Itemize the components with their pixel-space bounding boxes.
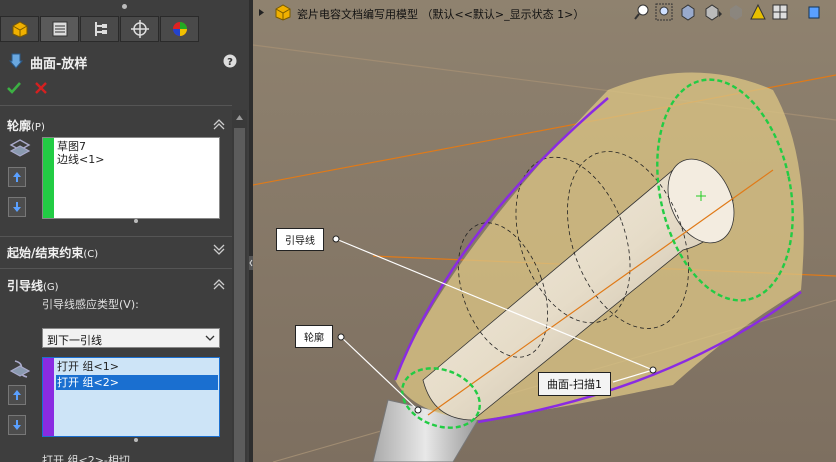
- list-item[interactable]: 打开 组<1>: [57, 360, 119, 373]
- profiles-list-resize-handle[interactable]: [134, 219, 138, 223]
- list-item[interactable]: 草图7: [57, 140, 86, 153]
- list-item-label: 打开 组<2>: [57, 376, 119, 389]
- zoom-fit-icon[interactable]: [633, 3, 651, 21]
- divider: [0, 105, 232, 106]
- view-orient-icon[interactable]: [679, 3, 697, 21]
- tab-property-manager[interactable]: [40, 16, 79, 42]
- ok-icon[interactable]: [6, 80, 22, 96]
- section-profiles-header[interactable]: 轮廓(P): [0, 114, 232, 136]
- tangency-label: 打开 组<2>-相切: [42, 454, 130, 462]
- profile-move-up-button[interactable]: [8, 167, 26, 187]
- guide-move-down-button[interactable]: [8, 415, 26, 435]
- list-item-selected[interactable]: 打开 组<2>: [56, 375, 218, 390]
- chevron-up-icon[interactable]: [212, 276, 226, 290]
- profiles-list[interactable]: 草图7 边线<1>: [42, 137, 220, 219]
- scene-icon[interactable]: [749, 3, 767, 21]
- property-manager-icon: [52, 21, 67, 37]
- divider: [0, 236, 232, 237]
- tab-configuration-manager[interactable]: [80, 16, 119, 42]
- move-down-icon: [13, 420, 21, 430]
- section-view-icon[interactable]: [805, 3, 823, 21]
- view-settings-icon[interactable]: [771, 3, 789, 21]
- section-guides-label: 引导线: [7, 279, 44, 293]
- panel-grip-dot[interactable]: [122, 4, 127, 9]
- profile-selection-icon: [9, 139, 31, 157]
- section-start-end-label: 起始/结束约束: [7, 246, 84, 260]
- divider: [0, 268, 232, 269]
- cancel-icon[interactable]: [34, 81, 48, 95]
- section-profiles-label: 轮廓: [7, 119, 32, 133]
- section-guides-key: (G): [43, 282, 59, 293]
- guides-list[interactable]: 打开 组<1> 打开 组<2>: [42, 357, 220, 437]
- guides-list-resize-handle[interactable]: [134, 438, 138, 442]
- list-item[interactable]: 边线<1>: [57, 153, 104, 166]
- section-guides-header[interactable]: 引导线(G): [0, 274, 232, 296]
- section-start-end-header[interactable]: 起始/结束约束(C): [0, 241, 232, 263]
- guide-influence-select[interactable]: 到下一引线: [42, 328, 220, 348]
- profile-move-down-button[interactable]: [8, 197, 26, 217]
- feature-title: 曲面-放样: [30, 57, 88, 72]
- feature-manager-icon: [12, 21, 27, 38]
- guide-move-up-button[interactable]: [8, 385, 26, 405]
- loft-surface-icon: [8, 53, 24, 69]
- move-up-icon: [13, 390, 21, 400]
- tree-expand-icon[interactable]: [258, 8, 265, 17]
- section-profiles-key: (P): [31, 122, 45, 133]
- config-manager-icon: [94, 22, 107, 36]
- tab-display-manager[interactable]: [160, 16, 199, 42]
- property-manager-panel: 曲面-放样 ? 轮廓(P) 草图7 边线<1> 起始/结束约束(C) 引导线(G…: [0, 0, 249, 462]
- guide-influence-label: 引导线感应类型(V):: [42, 298, 139, 311]
- callout-sweep[interactable]: 曲面-扫描1: [538, 372, 611, 396]
- scroll-up-icon[interactable]: [235, 114, 244, 121]
- guide-color-strip: [43, 358, 54, 436]
- appearance-icon: [172, 22, 187, 36]
- zoom-area-icon[interactable]: [655, 3, 673, 21]
- chevron-up-icon[interactable]: [212, 116, 226, 130]
- document-title: 瓷片电容文档编写用模型 （默认<<默认>_显示状态 1>）: [297, 8, 585, 21]
- scrollbar-thumb[interactable]: [234, 128, 245, 462]
- leader-anchor: [332, 235, 340, 243]
- dimxpert-icon: [130, 20, 149, 38]
- svg-text:?: ?: [227, 57, 233, 68]
- callout-profile[interactable]: 轮廓: [295, 325, 333, 348]
- guide-influence-value: 到下一引线: [47, 334, 102, 347]
- panel-scrollbar[interactable]: [232, 110, 247, 462]
- leader-anchor: [414, 406, 422, 414]
- manager-tabs: [0, 16, 200, 44]
- chevron-down-icon[interactable]: [212, 243, 226, 257]
- tab-dimxpert-manager[interactable]: [120, 16, 159, 42]
- part-icon: [275, 4, 291, 21]
- hide-show-icon[interactable]: [727, 3, 745, 21]
- profile-color-strip: [43, 138, 54, 218]
- guide-selection-icon: [9, 360, 31, 378]
- dropdown-arrow-icon: [205, 335, 215, 341]
- graphics-viewport[interactable]: 瓷片电容文档编写用模型 （默认<<默认>_显示状态 1>） 引导线 轮廓 曲面-…: [253, 0, 836, 462]
- move-up-icon: [13, 172, 21, 182]
- callout-guide[interactable]: 引导线: [276, 228, 324, 251]
- tab-feature-manager[interactable]: [0, 16, 39, 42]
- display-style-icon[interactable]: [703, 3, 723, 21]
- leader-anchor: [649, 366, 657, 374]
- section-start-end-key: (C): [83, 249, 99, 260]
- leader-anchor: [337, 333, 345, 341]
- move-down-icon: [13, 202, 21, 212]
- help-icon[interactable]: ?: [223, 54, 237, 68]
